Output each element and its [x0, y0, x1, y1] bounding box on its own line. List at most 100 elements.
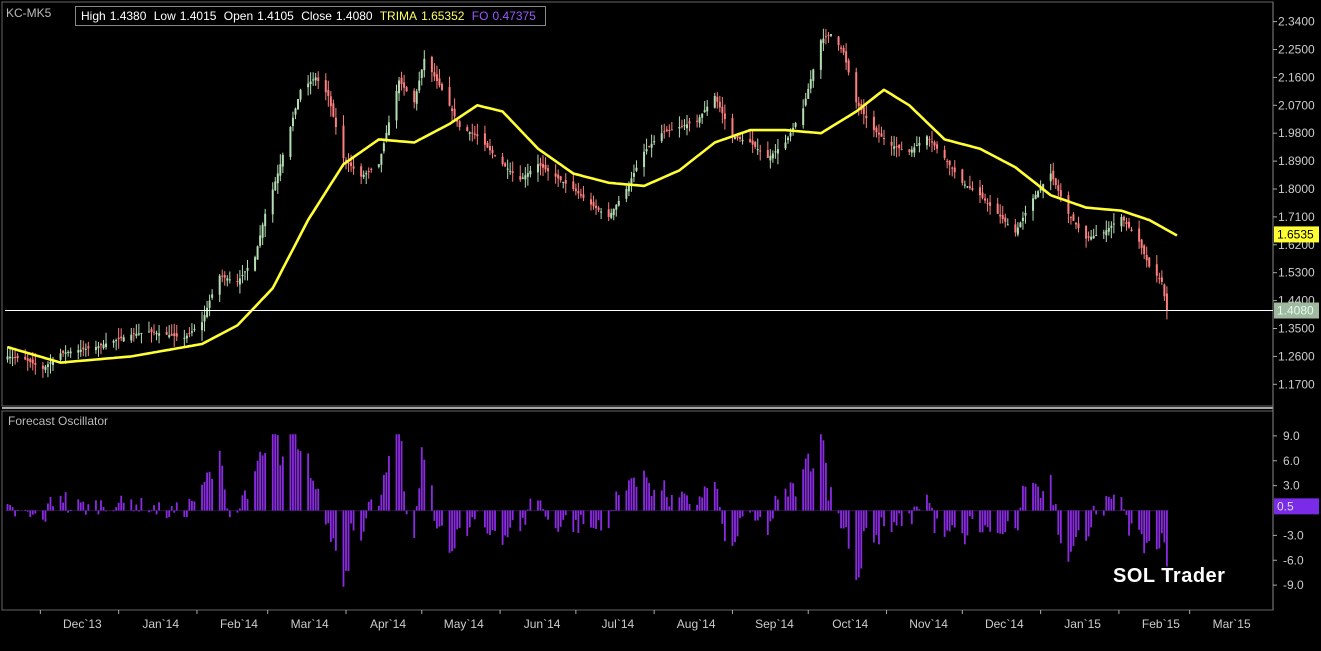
fo-bar	[542, 509, 544, 511]
fo-bar	[865, 510, 868, 528]
fo-bar	[1163, 510, 1166, 543]
ohlc-info-bar: High 1.4380 Low 1.4015 Open 1.4105 Close 1.4…	[75, 6, 546, 26]
candle-body	[468, 132, 471, 134]
candle-body	[1107, 227, 1110, 232]
fo-bar	[1001, 510, 1004, 535]
fo-bar	[678, 497, 681, 511]
fo-bar	[1057, 510, 1060, 535]
time-tick-label: Dec`13	[63, 617, 102, 631]
fo-bar	[332, 510, 335, 539]
fo-bar	[648, 483, 651, 511]
candle-body	[840, 47, 843, 49]
fo-bar	[228, 510, 231, 518]
fo-bar	[1059, 510, 1062, 544]
fo-bar	[112, 510, 115, 512]
fo-bar	[415, 506, 418, 511]
fo-bar	[468, 510, 471, 528]
fo-bar	[1155, 510, 1158, 550]
fo-bar	[890, 510, 893, 533]
fo-bar	[1102, 510, 1105, 516]
fo-bar	[259, 451, 262, 511]
candle-body	[314, 77, 317, 81]
fo-bar	[67, 510, 70, 513]
fo-bar	[6, 503, 9, 511]
candle-body	[862, 107, 865, 115]
trima-line	[7, 88, 1178, 364]
fo-bar	[539, 500, 542, 511]
fo-bar	[943, 510, 946, 537]
candle-body	[1090, 236, 1093, 240]
candle-body	[418, 80, 421, 91]
fo-bar	[663, 480, 666, 511]
candle-body	[360, 166, 363, 177]
candle-body	[910, 149, 913, 153]
fo-bar	[1032, 482, 1034, 511]
fo-bar	[191, 500, 193, 511]
candle-body	[6, 356, 9, 360]
fo-bar	[1160, 510, 1163, 534]
fo-bar	[918, 509, 921, 511]
candle-body	[807, 88, 810, 99]
candle-body	[723, 113, 726, 120]
trima-value: 1.65352	[421, 9, 465, 23]
candle-body	[226, 278, 229, 281]
candle-body	[488, 146, 491, 151]
candle-body	[132, 333, 135, 335]
fo-bar	[370, 499, 373, 511]
fo-bar	[317, 488, 320, 511]
candle-body	[733, 137, 736, 140]
candle-body	[1165, 293, 1168, 311]
fo-bar	[774, 495, 777, 511]
fo-bar	[52, 506, 54, 511]
fo-bar	[519, 510, 522, 532]
candle-body	[670, 129, 673, 131]
candle-body	[1057, 185, 1060, 191]
fo-bar	[855, 510, 858, 581]
candle-body	[188, 333, 191, 335]
candle-body	[29, 358, 32, 363]
candle-body	[405, 87, 408, 92]
candle-body	[718, 101, 721, 108]
candle-body	[264, 213, 267, 227]
price-tick-label: 1.5300	[1278, 266, 1315, 280]
candle-body	[423, 58, 426, 71]
candle-body	[236, 280, 239, 282]
candle-body	[395, 90, 398, 121]
time-tick-label: Dec`14	[985, 617, 1024, 631]
fo-bar	[44, 510, 47, 522]
candle-body	[271, 189, 274, 215]
fo-bar	[1022, 485, 1024, 511]
candle-body	[769, 155, 772, 161]
fo-bar	[968, 510, 971, 517]
candle-body	[936, 144, 939, 149]
fo-bar	[135, 504, 138, 511]
fo-bar	[473, 510, 476, 520]
candle-body	[1052, 170, 1055, 180]
candle-body	[170, 333, 173, 336]
candle-body	[218, 275, 221, 295]
chart-canvas[interactable]: 2.3400 2.2500 2.1600 2.0700 1.9800 1.8900 1.80…	[0, 0, 1321, 646]
candle-body	[615, 204, 618, 210]
candle-body	[1110, 225, 1113, 228]
candle-body	[466, 127, 469, 131]
fo-bar	[352, 510, 355, 531]
fo-bar	[62, 502, 64, 511]
fo-bar	[155, 510, 158, 515]
candle-body	[1128, 221, 1131, 228]
candle-body	[504, 163, 507, 167]
fo-bar	[1034, 483, 1037, 511]
fo-bar	[324, 510, 327, 525]
candle-body	[809, 79, 812, 89]
candle-body	[46, 364, 49, 368]
fo-value: 0.47375	[492, 9, 536, 23]
fo-bar	[345, 510, 347, 571]
candle-body	[14, 357, 17, 359]
fo-bar	[456, 510, 459, 530]
fo-bar	[807, 453, 810, 511]
fo-bar	[59, 495, 62, 511]
candle-body	[246, 267, 249, 271]
fo-bar	[476, 510, 479, 512]
candle-body	[749, 139, 752, 143]
fo-bar	[299, 451, 302, 511]
price-tick-label: 2.0700	[1278, 98, 1315, 112]
